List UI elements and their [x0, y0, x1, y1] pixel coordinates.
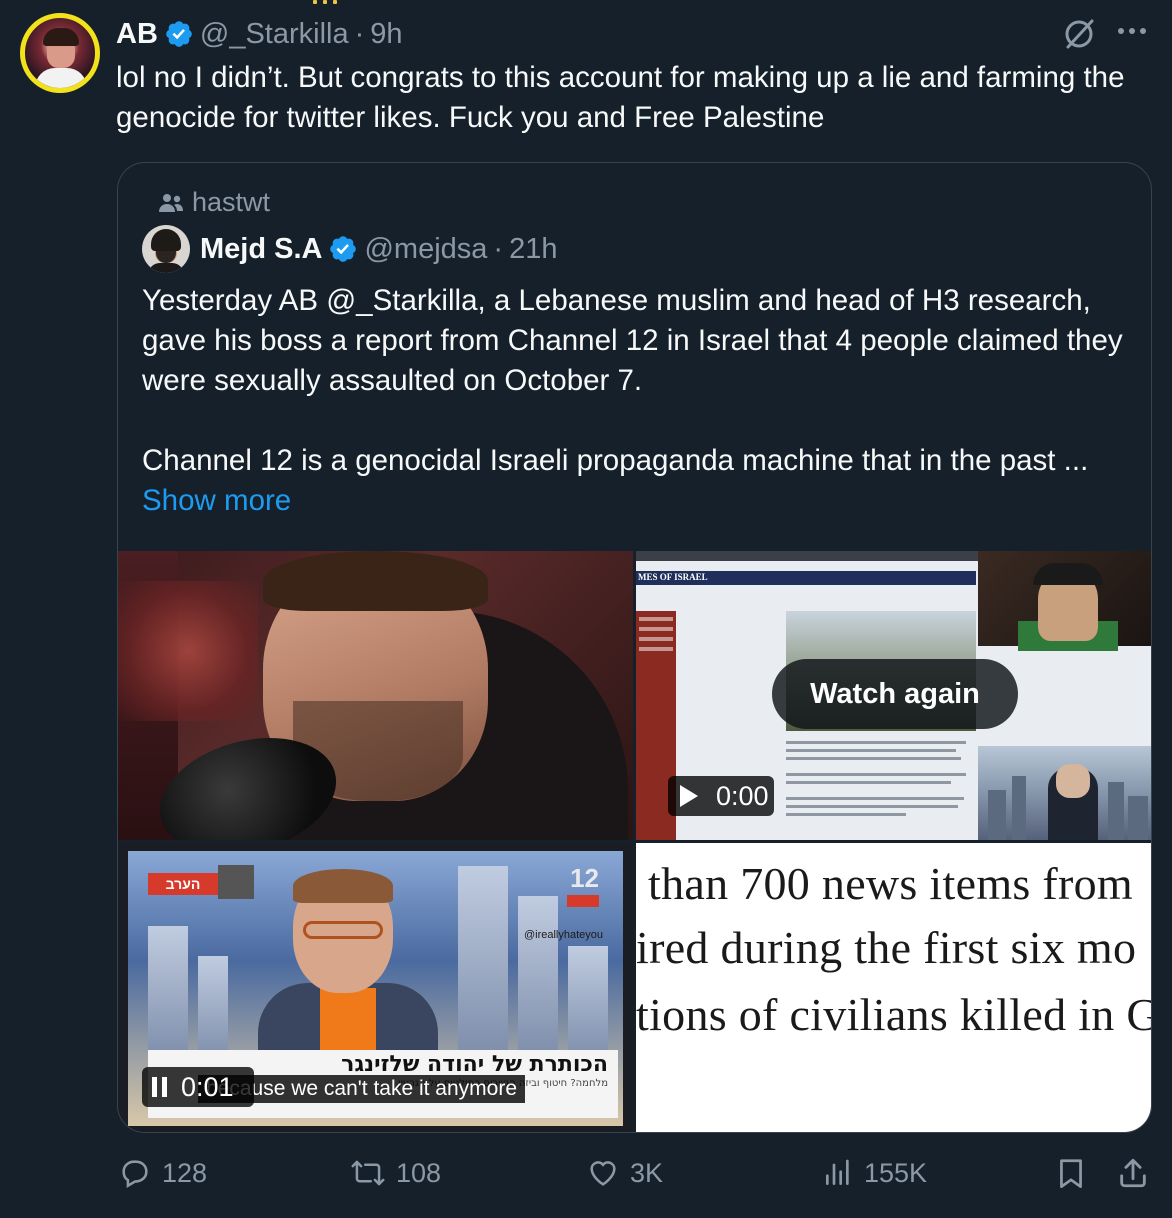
tweet-page: AB @_Starkilla · 9h lol no I didn’t. But… [0, 0, 1172, 1218]
media-image-streamer[interactable] [118, 551, 633, 840]
more-options-icon[interactable] [1118, 28, 1146, 34]
like-count: 3K [630, 1157, 664, 1188]
repost-button[interactable]: 108 [350, 1156, 441, 1190]
media-article-image[interactable]: than 700 news items from ired during the… [636, 843, 1152, 1132]
quote-time[interactable]: 21h [509, 233, 557, 266]
bookmark-icon [1060, 1159, 1082, 1188]
people-icon [159, 193, 183, 212]
site-nav-label: MES OF ISRAEL [638, 572, 708, 582]
channel-12-logo: 12 [570, 863, 599, 893]
article-line: than 700 news items from [648, 858, 1134, 909]
channel-left-badge: הערב [148, 873, 218, 895]
views-count: 155K [864, 1157, 928, 1188]
retweeted-by: hastwt [158, 187, 270, 218]
article-line: ired during the first six mo [636, 922, 1137, 973]
article-line: tions of civilians killed in G [636, 989, 1152, 1040]
quote-author-name[interactable]: Mejd S.A [200, 233, 322, 266]
tweet-header: AB @_Starkilla · 9h [116, 14, 403, 54]
tweet-time[interactable]: 9h [370, 18, 402, 51]
retweeted-by-name[interactable]: hastwt [192, 187, 270, 218]
views-button[interactable]: 155K [822, 1156, 927, 1190]
video-duration: 0:00 [716, 780, 769, 811]
tweet-text: lol no I didn’t. But congrats to this ac… [116, 61, 1125, 134]
share-icon [1120, 1158, 1146, 1188]
quote-paragraph-2: Channel 12 is a genocidal Israeli propag… [142, 444, 1089, 477]
reply-button[interactable]: 128 [118, 1156, 207, 1190]
verified-badge-icon [330, 236, 357, 262]
media-video-1[interactable]: MES OF ISRAEL Watch again 0:00 [636, 551, 1151, 840]
author-avatar[interactable] [20, 13, 100, 93]
media-video-2[interactable]: הערב 12 @ireallyhateyou הכותרת של יהודה … [118, 843, 633, 1132]
separator-dot: · [493, 232, 504, 265]
quote-paragraph-1: Yesterday AB @_Starkilla, a Lebanese mus… [142, 284, 1123, 397]
grok-icon[interactable] [1062, 17, 1096, 51]
bookmark-button[interactable] [1056, 1156, 1096, 1190]
action-bar: 128 108 3K 155K [0, 1150, 1172, 1210]
top-accent [305, 0, 355, 4]
reply-icon [122, 1160, 148, 1189]
reply-count: 128 [162, 1157, 208, 1188]
views-icon [826, 1159, 849, 1185]
heart-icon [590, 1161, 616, 1186]
video-time-badge[interactable]: 0:01 [142, 1067, 254, 1107]
media-grid: MES OF ISRAEL Watch again 0:00 הערב 12 @… [118, 551, 1152, 1132]
video-duration-badge[interactable]: 0:00 [668, 776, 774, 816]
video-time: 0:01 [181, 1071, 234, 1102]
quote-author-avatar[interactable] [142, 225, 190, 273]
ticker-title: הכותרת של יהודה שלזינגר [341, 1052, 608, 1077]
quote-author-handle[interactable]: @mejdsa [364, 233, 487, 266]
share-button[interactable] [1116, 1156, 1160, 1190]
verified-badge-icon [166, 21, 192, 47]
quote-text: Yesterday AB @_Starkilla, a Lebanese mus… [142, 281, 1132, 521]
video-watermark: @ireallyhateyou [523, 929, 603, 941]
like-button[interactable]: 3K [586, 1156, 663, 1190]
separator-dot: · [354, 17, 365, 50]
repost-count: 108 [396, 1157, 442, 1188]
repost-icon [351, 1160, 385, 1186]
watch-again-button[interactable]: Watch again [772, 659, 1018, 729]
author-handle[interactable]: @_Starkilla [200, 18, 349, 51]
pause-icon [152, 1077, 167, 1097]
quote-header: Mejd S.A @mejdsa · 21h [142, 225, 557, 273]
quoted-tweet[interactable]: hastwt Mejd S.A @mejdsa · 21h Yesterday … [117, 162, 1152, 1133]
author-name[interactable]: AB [116, 18, 158, 51]
play-icon [680, 785, 698, 807]
show-more-link[interactable]: Show more [142, 481, 1132, 521]
